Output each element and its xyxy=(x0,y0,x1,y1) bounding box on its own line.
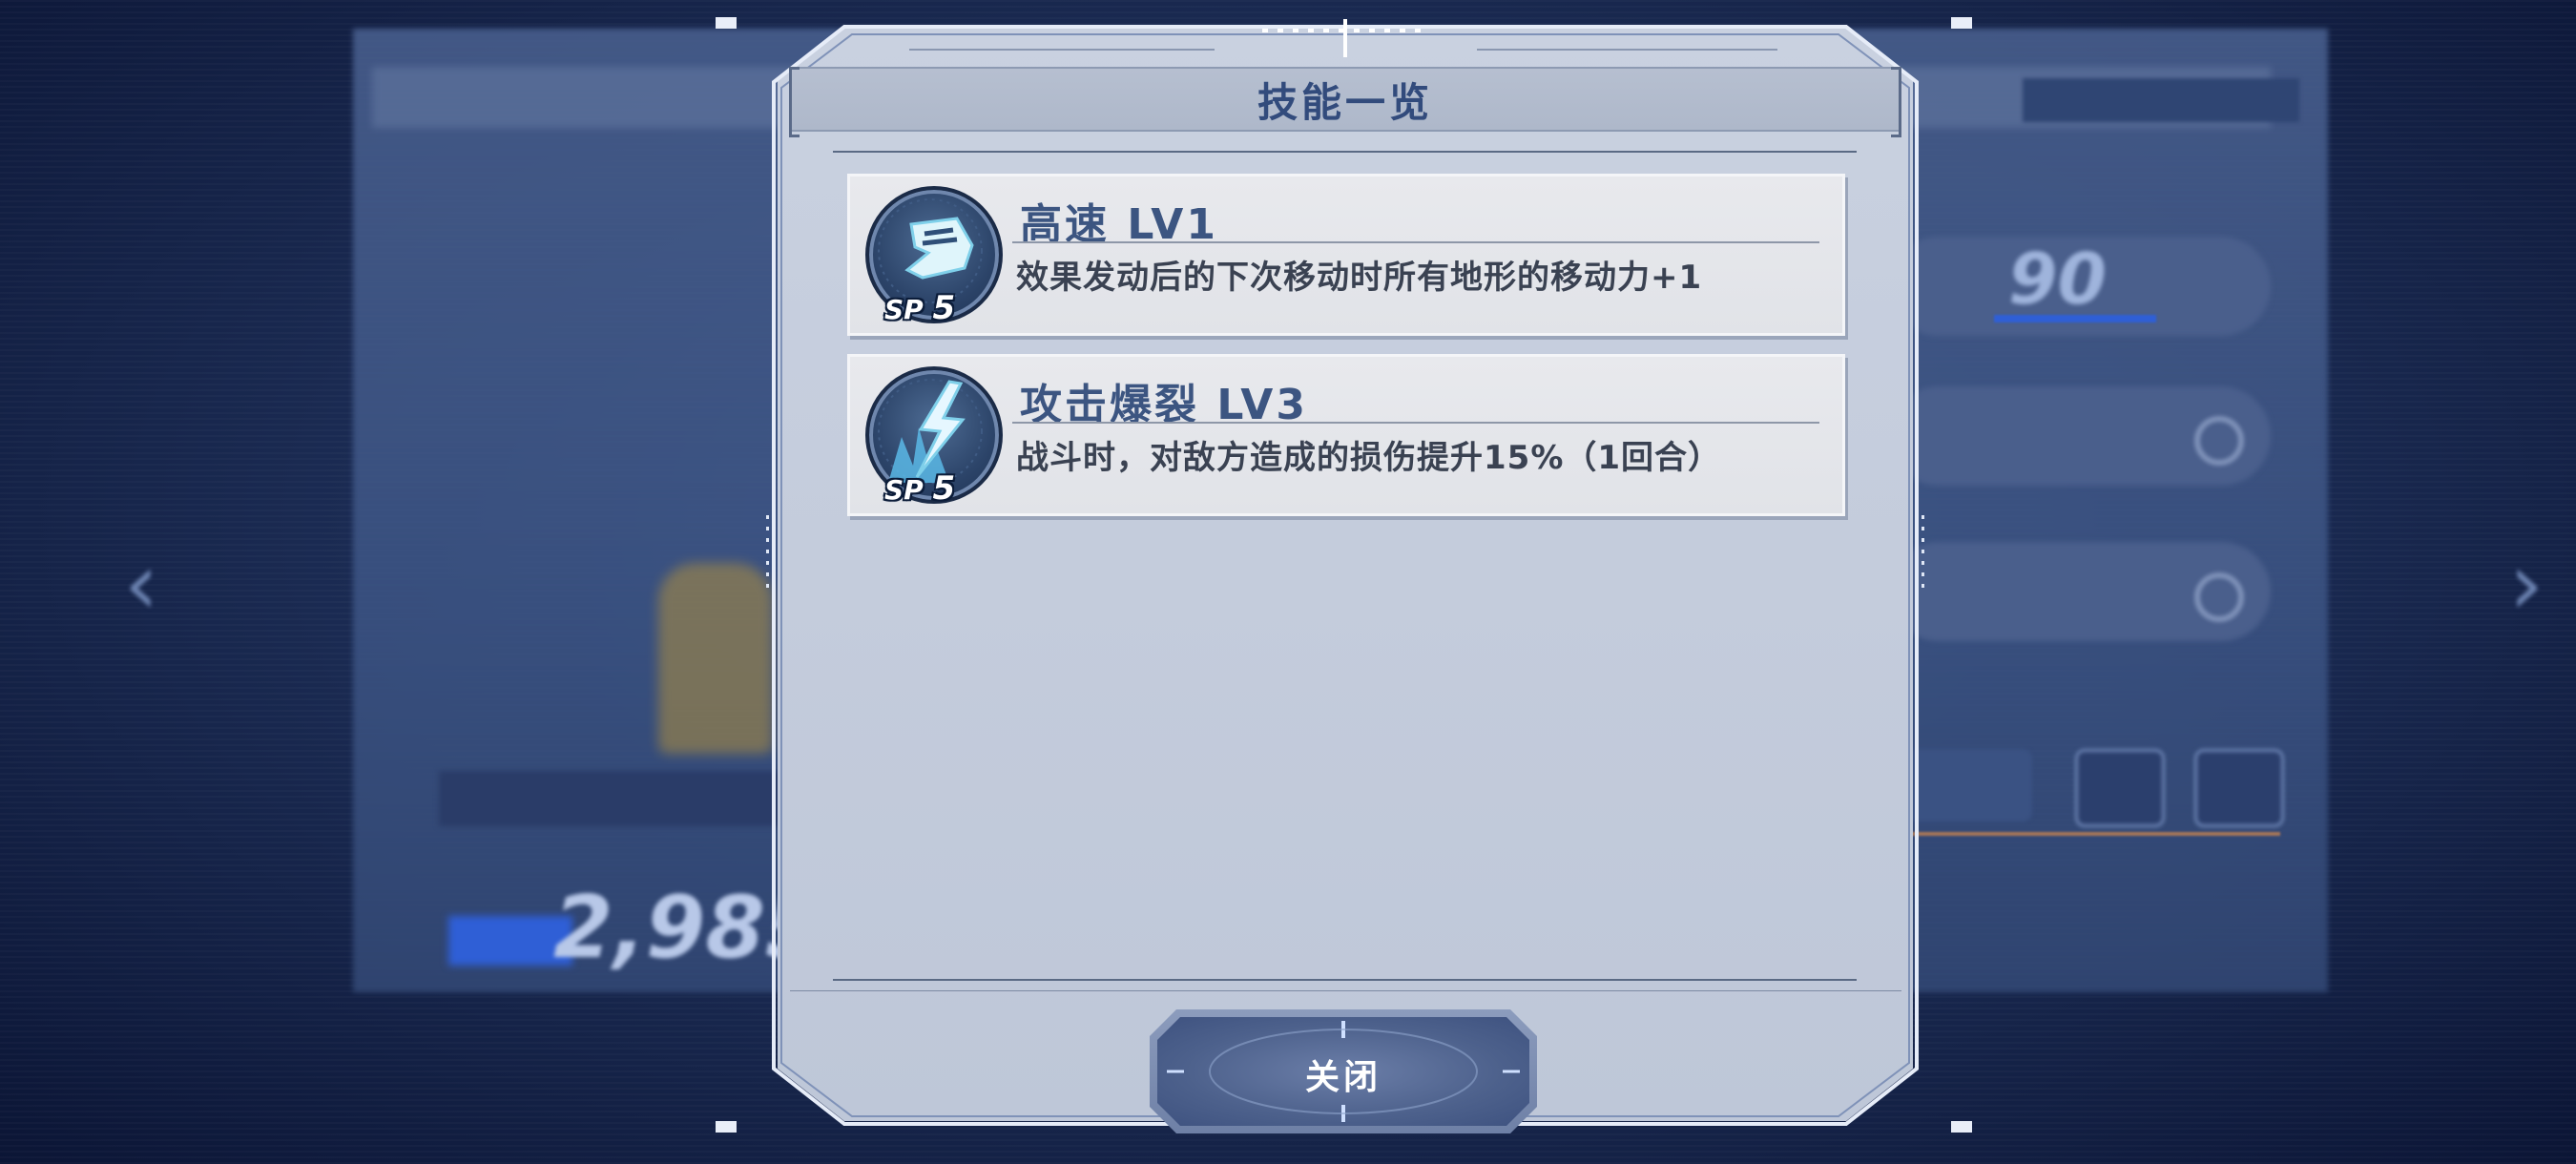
frame-corner-mark xyxy=(716,1121,737,1133)
skill-name-underline xyxy=(1012,241,1819,243)
skill-name-underline xyxy=(1012,422,1819,424)
frame-corner-mark xyxy=(716,17,737,29)
background-character xyxy=(658,563,773,754)
background-tabs xyxy=(2023,78,2299,122)
skill-description: 战斗时，对敌方造成的损伤提升15%（1回合） xyxy=(1016,439,1722,477)
background-stat-value: 90 xyxy=(2008,239,2107,321)
skill-row: SP 5 攻击爆裂 LV3 战斗时，对敌方造成的损伤提升15%（1回合） xyxy=(847,354,1845,516)
close-button[interactable] xyxy=(1150,1009,1537,1133)
background-icon-button xyxy=(2075,749,2165,827)
background-right-arrow-icon: › xyxy=(2509,534,2544,634)
title-divider xyxy=(833,151,1857,153)
background-search-icon xyxy=(2194,416,2244,466)
bottom-thin-line xyxy=(790,990,1901,991)
background-stat-bar xyxy=(1994,315,2156,322)
sp-cost-badge: SP 5 xyxy=(884,469,956,508)
skill-row: SP 5 高速 LV1 效果发动后的下次移动时所有地形的移动力+1 xyxy=(847,174,1845,336)
frame-corner-mark xyxy=(1951,17,1972,29)
background-icon-button xyxy=(2194,749,2284,827)
dialog-title: 技能一览 xyxy=(1257,79,1433,126)
skill-description: 效果发动后的下次移动时所有地形的移动力+1 xyxy=(1016,259,1703,297)
sp-cost-badge: SP 5 xyxy=(884,289,956,327)
background-left-arrow-icon: ‹ xyxy=(124,534,158,634)
background-divider xyxy=(1889,832,2280,836)
background-search-icon xyxy=(2194,572,2244,622)
background-character-bar xyxy=(439,771,782,826)
frame-corner-mark xyxy=(1951,1121,1972,1133)
background-button xyxy=(1899,749,2032,821)
bottom-divider xyxy=(833,979,1857,981)
